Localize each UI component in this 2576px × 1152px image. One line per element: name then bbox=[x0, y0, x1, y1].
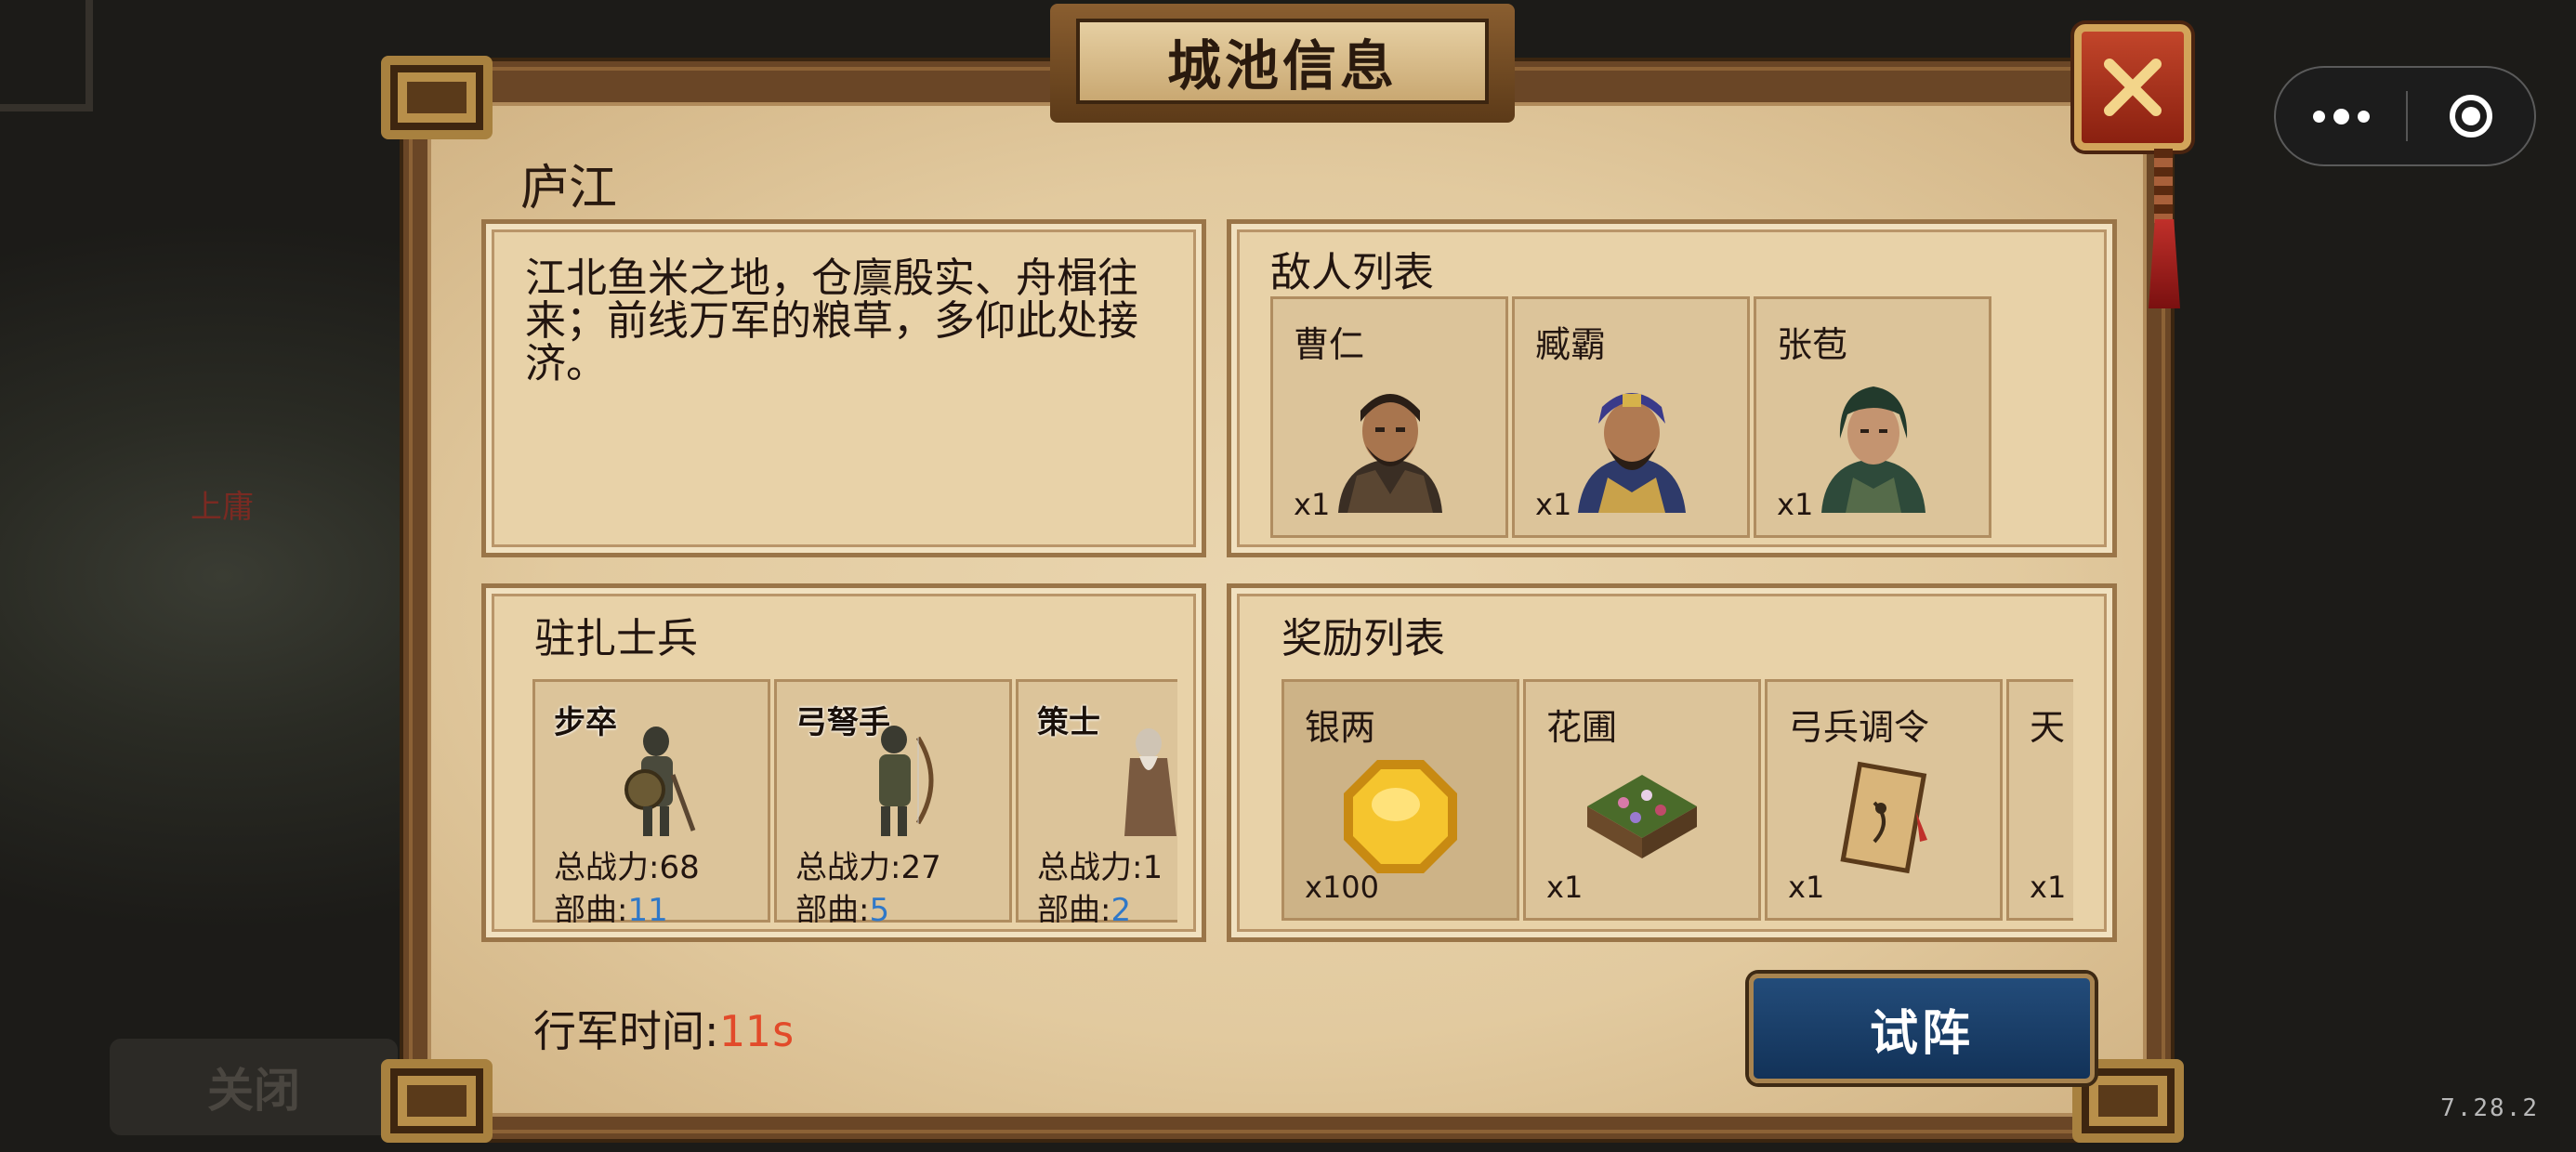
reward-list-title: 奖励列表 bbox=[1281, 615, 1445, 662]
enemy-card[interactable]: 张苞 x1 bbox=[1754, 296, 1991, 538]
more-dots-icon[interactable] bbox=[2276, 68, 2406, 164]
troop-card[interactable]: 策士 总战力:1 部曲:2 bbox=[1016, 679, 1177, 923]
archer-scroll-icon bbox=[1840, 761, 1927, 874]
reward-name: 花圃 bbox=[1546, 707, 1618, 748]
map-city-label[interactable]: 上庸 bbox=[191, 481, 254, 527]
reward-name: 天 bbox=[2030, 707, 2066, 748]
close-button[interactable] bbox=[2074, 24, 2191, 151]
troop-bu: 部曲:11 bbox=[554, 892, 668, 923]
reward-card[interactable]: 弓兵调令 x1 bbox=[1765, 679, 2003, 921]
reward-name: 弓兵调令 bbox=[1788, 707, 1930, 748]
reward-card[interactable]: 天 x1 bbox=[2006, 679, 2073, 921]
enemy-name: 张苞 bbox=[1777, 324, 1848, 365]
march-time-value: 11s bbox=[718, 1006, 796, 1056]
dialog-title: 城池信息 bbox=[1166, 34, 1398, 98]
enemy-list-title: 敌人列表 bbox=[1270, 249, 1434, 296]
enemy-count: x1 bbox=[1294, 487, 1331, 522]
garrison-panel: 驻扎士兵 步卒 总战力:68 部曲:11 弓弩手 总战力:27 部曲:5 策士 … bbox=[481, 583, 1206, 942]
version-label: 7.28.2 bbox=[2440, 1094, 2539, 1122]
city-name: 庐江 bbox=[520, 161, 618, 216]
general-portrait-icon bbox=[1578, 393, 1686, 513]
strategist-soldier-icon bbox=[1124, 728, 1176, 836]
troop-power: 总战力:68 bbox=[554, 849, 700, 886]
enemy-name: 臧霸 bbox=[1535, 324, 1607, 365]
dialog-title-plate: 城池信息 bbox=[1050, 4, 1515, 123]
enemy-card[interactable]: 曹仁 x1 bbox=[1270, 296, 1508, 538]
reward-count: x100 bbox=[1305, 870, 1380, 905]
troop-card[interactable]: 步卒 总战力:68 部曲:11 bbox=[532, 679, 770, 923]
corner-knot-ornament bbox=[381, 56, 493, 139]
description-panel: 江北鱼米之地，仓廪殷实、舟楫往来；前线万军的粮草，多仰此处接济。 bbox=[481, 219, 1206, 557]
close-icon bbox=[2104, 59, 2162, 116]
reward-card[interactable]: 花圃 x1 bbox=[1523, 679, 1761, 921]
troop-power: 总战力:27 bbox=[795, 849, 941, 886]
corner-knot-ornament bbox=[381, 1059, 493, 1143]
general-portrait-icon bbox=[1821, 386, 1925, 513]
trial-battle-button[interactable]: 试阵 bbox=[1749, 974, 2095, 1083]
troop-bu: 部曲:5 bbox=[795, 892, 890, 923]
flower-bed-icon bbox=[1587, 775, 1697, 858]
map-building bbox=[0, 0, 93, 111]
march-time: 行军时间:11s bbox=[533, 1006, 796, 1056]
troop-card[interactable]: 弓弩手 总战力:27 部曲:5 bbox=[774, 679, 1012, 923]
reward-list-panel: 奖励列表 银两 x100 花圃 x1 弓兵调令 x1 天 x1 bbox=[1227, 583, 2117, 942]
background-close-button[interactable]: 关闭 bbox=[110, 1039, 398, 1135]
general-portrait-icon bbox=[1338, 394, 1442, 513]
enemy-list-panel: 敌人列表 曹仁 x1 臧霸 x1 张苞 x1 bbox=[1227, 219, 2117, 557]
enemy-name: 曹仁 bbox=[1294, 324, 1365, 365]
city-description: 江北鱼米之地，仓廪殷实、舟楫往来；前线万军的粮草，多仰此处接济。 bbox=[525, 255, 1138, 387]
tassel-cord bbox=[2154, 149, 2173, 223]
troop-bu: 部曲:2 bbox=[1037, 892, 1132, 923]
reward-count: x1 bbox=[1546, 870, 1584, 905]
reward-card[interactable]: 银两 x100 bbox=[1281, 679, 1519, 921]
troop-name: 策士 bbox=[1037, 704, 1100, 741]
reward-count: x1 bbox=[2030, 870, 2067, 905]
mini-program-capsule bbox=[2274, 66, 2536, 166]
enemy-count: x1 bbox=[1777, 487, 1814, 522]
archer-soldier-icon bbox=[879, 726, 934, 836]
target-icon[interactable] bbox=[2408, 95, 2534, 137]
enemy-count: x1 bbox=[1535, 487, 1572, 522]
garrison-title: 驻扎士兵 bbox=[534, 615, 698, 662]
reward-name: 银两 bbox=[1305, 707, 1376, 748]
silver-coin-icon bbox=[1344, 760, 1457, 873]
troop-name: 步卒 bbox=[554, 704, 617, 741]
reward-count: x1 bbox=[1788, 870, 1825, 905]
enemy-card[interactable]: 臧霸 x1 bbox=[1512, 296, 1750, 538]
troop-power: 总战力:1 bbox=[1037, 849, 1163, 886]
foot-soldier-icon bbox=[624, 727, 696, 836]
